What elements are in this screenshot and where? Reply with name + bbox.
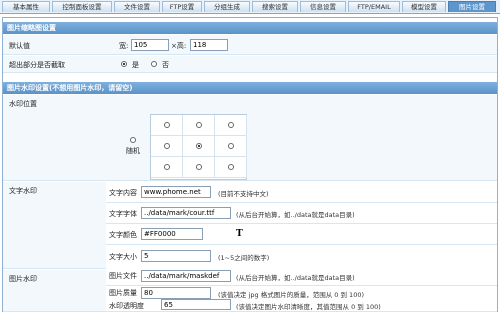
image-alpha-hint: (该值决定图片水印清晰度，其值范围从 0 到 100) (236, 303, 381, 311)
image-watermark-label: 图片水印 (9, 275, 37, 283)
tab-basic[interactable]: 基本属性 (2, 1, 50, 12)
tab-image[interactable]: 图片设置 (448, 1, 496, 12)
position-cell-top-right (215, 115, 247, 136)
watermark-position-label: 水印位置 (9, 100, 37, 108)
thumb-default-row: 默认值 宽: 105 ×高: 118 (3, 35, 497, 55)
position-cell-middle-left (151, 136, 183, 157)
tab-bar: 基本属性 控制面板设置 文件设置 FTP设置 分组生成 搜索设置 信息设置 FT… (0, 0, 500, 14)
crop-no-radio[interactable] (151, 61, 157, 67)
text-size-input[interactable]: 5 (141, 250, 211, 262)
tab-ftp-email[interactable]: FTP/EMAIL (348, 1, 400, 12)
settings-frame: 图片缩略图设置 默认值 宽: 105 ×高: 118 超出部分是否截取 是 否 … (2, 17, 498, 312)
text-content-label: 文字内容 (109, 189, 137, 197)
image-file-row-main: 图片文件 ../data/mark/maskdef (从后台开始算，如../da… (106, 266, 497, 286)
watermark-position-row: 水印位置 随机 (3, 95, 497, 181)
crop-yes-label: 是 (132, 61, 139, 69)
image-quality-input[interactable]: 80 (141, 287, 211, 299)
tab-model[interactable]: 模型设置 (402, 1, 446, 12)
tab-file[interactable]: 文件设置 (114, 1, 160, 12)
watermark-position-grid (150, 114, 247, 180)
image-file-label: 图片文件 (109, 272, 137, 280)
position-cell-top-center (183, 115, 215, 136)
text-size-hint: (1~5之间的数字) (218, 254, 270, 262)
position-top-left-radio[interactable] (164, 122, 170, 128)
text-color-input[interactable]: #FF0000 (141, 228, 203, 240)
position-bottom-center-radio[interactable] (196, 164, 202, 170)
thumb-crop-row: 超出部分是否截取 是 否 (3, 56, 497, 73)
text-size-label: 文字大小 (109, 253, 137, 261)
position-cell-bottom-center (183, 157, 215, 178)
text-watermark-label: 文字水印 (9, 187, 37, 195)
tab-ftp[interactable]: FTP设置 (162, 1, 202, 12)
position-middle-left-radio[interactable] (164, 143, 170, 149)
image-quality-hint: (该值决定 jpg 格式图片的质量，范围从 0 到 100) (218, 291, 365, 299)
image-file-input[interactable]: ../data/mark/maskdef (141, 270, 231, 282)
thumb-width-input[interactable]: 105 (131, 39, 169, 51)
height-label: ×高: (171, 42, 187, 50)
position-center-radio[interactable] (196, 143, 202, 149)
tab-group[interactable]: 分组生成 (204, 1, 250, 12)
image-file-hint: (从后台开始算，如../data就是data目录) (236, 274, 355, 282)
color-picker-icon[interactable]: T (236, 229, 246, 239)
position-cell-middle-right (215, 136, 247, 157)
thumb-crop-label: 超出部分是否截取 (9, 61, 65, 69)
position-random-radio[interactable] (130, 137, 136, 143)
thumb-section-header: 图片缩略图设置 (3, 22, 497, 34)
text-color-row: 文字颜色 #FF0000 T (106, 224, 497, 245)
text-font-input[interactable]: ../data/mark/cour.ttf (141, 207, 231, 219)
image-alpha-row: 水印透明度 65 (该值决定图片水印清晰度，其值范围从 0 到 100) (106, 299, 497, 311)
tab-info[interactable]: 信息设置 (300, 1, 346, 12)
position-top-right-radio[interactable] (228, 122, 234, 128)
watermark-section-header: 图片水印设置(不想用图片水印，请留空) (3, 82, 497, 94)
crop-yes-radio[interactable] (121, 61, 127, 67)
position-bottom-right-radio[interactable] (228, 164, 234, 170)
position-random-label: 随机 (126, 147, 140, 155)
tab-search[interactable]: 搜索设置 (252, 1, 298, 12)
position-middle-right-radio[interactable] (228, 143, 234, 149)
position-cell-bottom-right (215, 157, 247, 178)
text-content-row: 文字内容 www.phome.net (目前不支持中文) (106, 182, 497, 203)
image-alpha-input[interactable]: 65 (161, 299, 231, 310)
text-color-label: 文字颜色 (109, 231, 137, 239)
image-alpha-label: 水印透明度 (109, 302, 144, 310)
position-bottom-left-radio[interactable] (164, 164, 170, 170)
position-cell-top-left (151, 115, 183, 136)
width-label: 宽: (119, 42, 129, 50)
position-cell-center (183, 136, 215, 157)
image-quality-row: 图片质量 80 (该值决定 jpg 格式图片的质量，范围从 0 到 100) (106, 286, 497, 300)
position-top-center-radio[interactable] (196, 122, 202, 128)
text-font-row: 文字字体 ../data/mark/cour.ttf (从后台开始算，如../d… (106, 203, 497, 224)
text-font-hint: (从后台开始算，如../data就是data目录) (236, 211, 355, 219)
position-cell-bottom-left (151, 157, 183, 178)
text-font-label: 文字字体 (109, 210, 137, 218)
thumb-height-input[interactable]: 118 (190, 39, 228, 51)
thumb-default-label: 默认值 (9, 42, 30, 50)
tab-control-panel[interactable]: 控制面板设置 (52, 1, 112, 12)
crop-no-label: 否 (162, 61, 169, 69)
text-content-input[interactable]: www.phome.net (141, 186, 211, 198)
text-content-hint: (目前不支持中文) (218, 190, 269, 198)
image-quality-label: 图片质量 (109, 289, 137, 297)
